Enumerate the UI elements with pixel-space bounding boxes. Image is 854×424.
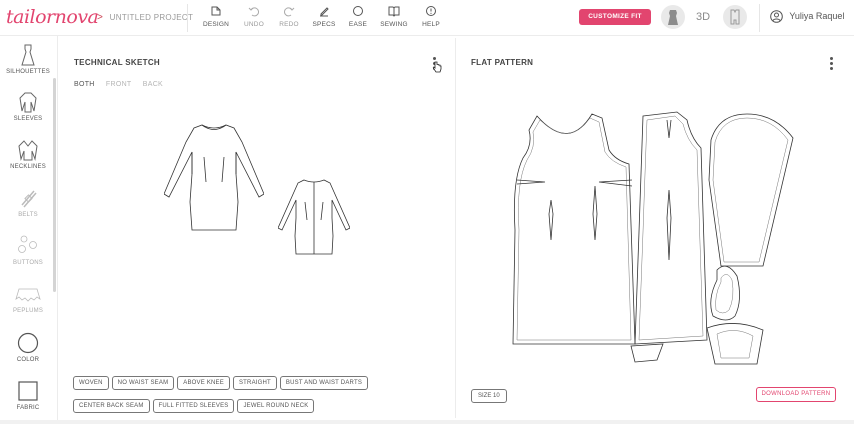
dress-front-sketch [164, 124, 264, 231]
technical-sketch-panel: TECHNICAL SKETCH BOTH FRONT BACK WOVEN NO… [61, 38, 456, 418]
color-icon [17, 332, 39, 354]
fabric-icon [18, 381, 38, 401]
hand-cursor-icon [432, 61, 442, 73]
design-tag[interactable]: BUST AND WAIST DARTS [279, 376, 369, 390]
sidebar-item-label: BUTTONS [13, 260, 43, 266]
design-tag[interactable]: NO WAIST SEAM [111, 376, 175, 390]
specs-icon [320, 7, 329, 17]
size-badge[interactable]: SIZE 10 [471, 389, 507, 403]
flat-pattern-title: FLAT PATTERN [471, 58, 534, 67]
sidebar-item-label: NECKLINES [10, 164, 46, 170]
bottom-edge [0, 420, 854, 424]
dress-view-button[interactable] [661, 5, 685, 29]
flat-pattern-panel: FLAT PATTERN SIZE 10 DOWNLOAD PATTERN [457, 38, 854, 418]
design-icon [211, 6, 221, 16]
sidebar: SILHOUETTES SLEEVES NECKLINES BELTS BUTT… [0, 36, 58, 424]
design-tag[interactable]: ABOVE KNEE [177, 376, 230, 390]
sidebar-item-label: SLEEVES [13, 116, 43, 122]
redo-icon [284, 7, 295, 17]
design-label: DESIGN [202, 21, 230, 28]
belts-icon [21, 190, 37, 208]
technical-sketch-title: TECHNICAL SKETCH [74, 58, 160, 67]
help-icon [426, 6, 436, 16]
sidebar-item-belts[interactable]: BELTS [0, 187, 56, 218]
breadcrumb-separator: > [97, 12, 104, 23]
tab-both[interactable]: BOTH [74, 81, 95, 88]
customize-fit-button[interactable]: CUSTOMIZE FIT [579, 9, 651, 25]
design-tags: WOVEN NO WAIST SEAM ABOVE KNEE STRAIGHT BUST… [73, 371, 443, 417]
kebab-dot [829, 57, 833, 60]
sewing-icon [388, 6, 400, 17]
specs-label: SPECS [312, 21, 336, 28]
ease-icon [353, 6, 363, 16]
app-logo[interactable]: tailornova [6, 6, 99, 28]
flat-pattern-drawing [512, 111, 794, 365]
buttons-icon [18, 235, 37, 253]
sidebar-item-silhouettes[interactable]: SILHOUETTES [0, 44, 56, 75]
kebab-dot [432, 57, 436, 60]
sidebar-item-buttons[interactable]: BUTTONS [0, 235, 56, 266]
toolbar-divider [759, 4, 760, 32]
redo-button[interactable]: REDO [269, 5, 309, 28]
sidebar-item-label: BELTS [18, 212, 38, 218]
breadcrumb: > UNTITLED PROJECT [97, 12, 193, 23]
dress-back-sketch [278, 179, 350, 255]
help-label: HELP [422, 21, 440, 28]
user-icon [770, 10, 783, 23]
undo-label: UNDO [244, 21, 264, 28]
help-button[interactable]: HELP [411, 5, 451, 28]
ease-label: EASE [348, 21, 368, 28]
sidebar-item-label: FABRIC [16, 405, 40, 411]
sidebar-scrollbar[interactable] [53, 78, 56, 292]
sleeves-icon [19, 92, 37, 113]
dress-thumbnail-icon [668, 10, 678, 25]
sidebar-item-fabric[interactable]: FABRIC [0, 380, 56, 411]
undo-button[interactable]: UNDO [234, 5, 274, 28]
silhouette-icon [21, 44, 35, 66]
sidebar-item-label: COLOR [16, 357, 40, 363]
sewing-label: SEWING [380, 21, 408, 28]
design-tag[interactable]: STRAIGHT [232, 376, 277, 390]
pattern-view-button[interactable] [723, 5, 747, 29]
design-tag[interactable]: JEWEL ROUND NECK [237, 399, 315, 413]
design-tag[interactable]: CENTER BACK SEAM [73, 399, 150, 413]
redo-label: REDO [279, 21, 299, 28]
sidebar-item-label: PEPLUMS [12, 308, 44, 314]
sewing-button[interactable]: SEWING [374, 5, 414, 28]
top-bar: tailornova > UNTITLED PROJECT DESIGN UND… [0, 0, 854, 36]
sidebar-item-peplums[interactable]: PEPLUMS [0, 283, 56, 314]
tab-front[interactable]: FRONT [106, 81, 132, 88]
user-name: Yuliya Raquel [789, 10, 845, 21]
toolbar-divider [187, 4, 188, 32]
kebab-dot [829, 67, 833, 70]
design-button[interactable]: DESIGN [196, 5, 236, 28]
peplums-icon [15, 288, 41, 302]
undo-icon [248, 7, 259, 17]
pattern-thumbnail-icon [730, 9, 740, 25]
necklines-icon [18, 140, 38, 161]
project-name[interactable]: UNTITLED PROJECT [110, 13, 193, 22]
view-tabs: BOTH FRONT BACK [74, 81, 172, 88]
sidebar-item-sleeves[interactable]: SLEEVES [0, 91, 56, 122]
kebab-dot [829, 62, 833, 65]
design-tag[interactable]: WOVEN [73, 376, 109, 390]
tab-back[interactable]: BACK [143, 81, 163, 88]
user-menu[interactable]: Yuliya Raquel [770, 10, 844, 23]
ease-button[interactable]: EASE [338, 5, 378, 28]
sidebar-item-necklines[interactable]: NECKLINES [0, 139, 56, 170]
download-pattern-button[interactable]: DOWNLOAD PATTERN [756, 387, 836, 402]
pattern-more-menu-button[interactable] [828, 57, 834, 72]
sidebar-item-label: SILHOUETTES [6, 69, 50, 75]
3d-view-button[interactable]: 3D [696, 11, 710, 23]
design-tag[interactable]: FULL FITTED SLEEVES [152, 399, 235, 413]
sidebar-item-color[interactable]: COLOR [0, 332, 56, 363]
